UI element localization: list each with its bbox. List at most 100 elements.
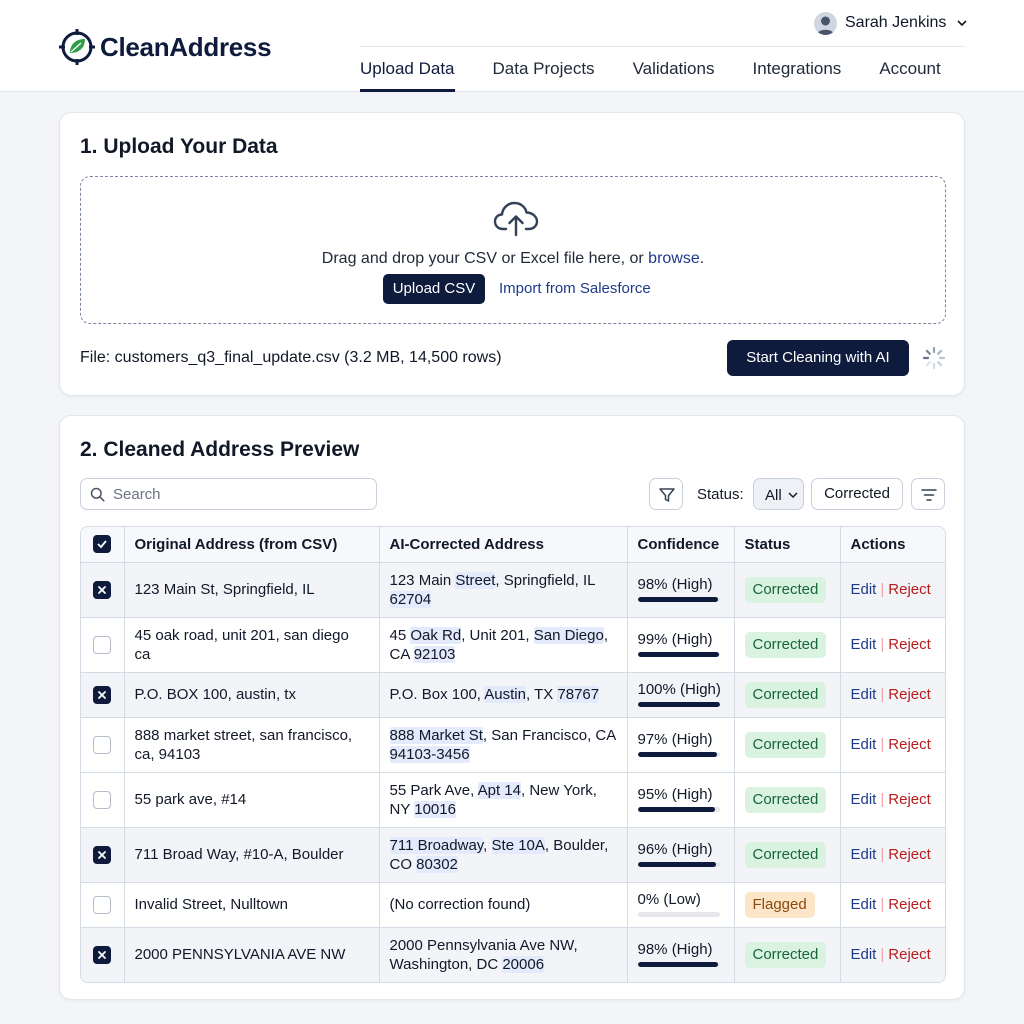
- edit-link[interactable]: Edit: [851, 946, 877, 963]
- actions-cell: Edit | Reject: [840, 772, 945, 828]
- row-checkbox[interactable]: [93, 946, 112, 965]
- status-filter-select[interactable]: All: [753, 478, 804, 510]
- row-select-cell: [81, 617, 125, 673]
- original-address: Invalid Street, Nulltown: [124, 882, 380, 928]
- row-checkbox[interactable]: [93, 791, 112, 810]
- row-checkbox[interactable]: [93, 581, 112, 600]
- select-all-cell: [81, 527, 125, 563]
- reject-link[interactable]: Reject: [888, 896, 931, 913]
- table-row: 711 Broad Way, #10-A, Boulder 711 Broadwa…: [81, 827, 945, 883]
- table-row: 45 oak road, unit 201, san diego ca 45 Oa…: [81, 617, 945, 673]
- edit-link[interactable]: Edit: [851, 736, 877, 753]
- edit-link[interactable]: Edit: [851, 846, 877, 863]
- confidence-bar-fill: [637, 962, 718, 968]
- confidence-value: 97% (High): [637, 731, 713, 748]
- col-actions: Actions: [840, 527, 945, 563]
- row-select-cell: [81, 927, 125, 982]
- reject-link[interactable]: Reject: [888, 791, 931, 808]
- col-confidence[interactable]: Confidence: [627, 527, 735, 563]
- corrected-highlight: 888 Market St: [389, 726, 483, 744]
- edit-link[interactable]: Edit: [851, 896, 877, 913]
- row-checkbox[interactable]: [93, 846, 112, 865]
- address-table: Original Address (from CSV) AI-Corrected…: [80, 526, 946, 983]
- confidence-bar: [637, 752, 720, 757]
- preview-card: 2. Cleaned Address Preview Status: All C…: [59, 415, 965, 1000]
- app-header: CleanAddress Sarah Jenkins Upload Data D…: [0, 0, 1024, 92]
- reject-link[interactable]: Reject: [888, 581, 931, 598]
- corrected-address: 55 Park Ave, Apt 14, New York, NY 10016: [379, 772, 628, 828]
- user-name: Sarah Jenkins: [845, 14, 947, 31]
- reject-link[interactable]: Reject: [888, 686, 931, 703]
- original-address: 2000 PENNSYLVANIA AVE NW: [124, 927, 380, 982]
- table-row: Invalid Street, Nulltown (No correction f…: [81, 882, 945, 928]
- corrected-highlight: 80302: [416, 855, 458, 873]
- confidence-bar: [637, 652, 720, 657]
- actions-cell: Edit | Reject: [840, 927, 945, 982]
- confidence-bar-fill: [637, 652, 719, 657]
- status-cell: Corrected: [734, 717, 841, 773]
- nav-validations[interactable]: Validations: [633, 56, 715, 92]
- select-all-checkbox[interactable]: [93, 535, 112, 554]
- nav-account[interactable]: Account: [879, 56, 940, 92]
- corrected-text: , Unit 201,: [461, 626, 534, 644]
- nav-data-projects[interactable]: Data Projects: [493, 56, 595, 92]
- corrected-text: , San Francisco, CA: [482, 726, 616, 744]
- corrected-address: 888 Market St, San Francisco, CA 94103-3…: [379, 717, 628, 773]
- row-select-cell: [81, 827, 125, 883]
- sort-lines-icon: [921, 489, 937, 501]
- import-salesforce-link[interactable]: Import from Salesforce: [499, 280, 651, 297]
- table-row: 123 Main St, Springfield, IL 123 Main Str…: [81, 562, 945, 618]
- close-x-icon: [98, 951, 107, 960]
- status-cell: Corrected: [734, 617, 841, 673]
- corrected-text: 45: [389, 626, 411, 644]
- corrected-highlight: 92103: [413, 645, 456, 663]
- search-input[interactable]: [113, 483, 363, 505]
- edit-link[interactable]: Edit: [851, 581, 877, 598]
- confidence-bar: [637, 702, 720, 707]
- row-checkbox[interactable]: [93, 896, 112, 915]
- start-cleaning-button[interactable]: Start Cleaning with AI: [727, 340, 909, 376]
- nav-integrations[interactable]: Integrations: [752, 56, 841, 92]
- confidence-bar-fill: [637, 752, 718, 757]
- row-checkbox[interactable]: [93, 636, 112, 655]
- edit-link[interactable]: Edit: [851, 636, 877, 653]
- drop-text: Drag and drop your CSV or Excel file her…: [321, 250, 649, 267]
- browse-link[interactable]: browse: [648, 250, 700, 267]
- sort-button[interactable]: [911, 478, 945, 510]
- search-icon: [90, 487, 105, 502]
- corrected-filter-chip[interactable]: Corrected: [811, 478, 903, 510]
- action-separator: |: [880, 791, 885, 808]
- nav-upload-data[interactable]: Upload Data: [360, 56, 455, 92]
- reject-link[interactable]: Reject: [888, 736, 931, 753]
- filter-button[interactable]: [649, 478, 683, 510]
- corrected-address: (No correction found): [379, 882, 628, 928]
- corrected-text: , TX: [526, 686, 558, 703]
- file-dropzone[interactable]: Drag and drop your CSV or Excel file her…: [80, 176, 946, 324]
- row-select-cell: [81, 882, 125, 928]
- table-row: 2000 PENNSYLVANIA AVE NW 2000 Pennsylvani…: [81, 927, 945, 982]
- app-logo[interactable]: CleanAddress: [58, 28, 272, 66]
- reject-link[interactable]: Reject: [888, 846, 931, 863]
- corrected-text: 55 Park Ave,: [389, 781, 478, 799]
- confidence-cell: 99% (High): [627, 617, 735, 673]
- actions-cell: Edit | Reject: [840, 717, 945, 773]
- reject-link[interactable]: Reject: [888, 946, 931, 963]
- col-original[interactable]: Original Address (from CSV): [124, 527, 380, 563]
- reject-link[interactable]: Reject: [888, 636, 931, 653]
- original-address: 55 park ave, #14: [124, 772, 380, 828]
- row-checkbox[interactable]: [93, 736, 112, 755]
- status-cell: Corrected: [734, 562, 841, 618]
- confidence-cell: 98% (High): [627, 562, 735, 618]
- cloud-upload-icon: [493, 201, 539, 237]
- preview-title: 2. Cleaned Address Preview: [80, 438, 360, 461]
- row-checkbox[interactable]: [93, 686, 112, 705]
- edit-link[interactable]: Edit: [851, 791, 877, 808]
- upload-csv-button[interactable]: Upload CSV: [383, 274, 485, 304]
- edit-link[interactable]: Edit: [851, 686, 877, 703]
- user-menu[interactable]: Sarah Jenkins: [814, 10, 968, 36]
- table-row: 55 park ave, #14 55 Park Ave, Apt 14, New…: [81, 772, 945, 828]
- col-status[interactable]: Status: [734, 527, 841, 563]
- corrected-highlight: 20006: [502, 955, 545, 973]
- actions-cell: Edit | Reject: [840, 562, 945, 618]
- col-corrected[interactable]: AI-Corrected Address: [379, 527, 628, 563]
